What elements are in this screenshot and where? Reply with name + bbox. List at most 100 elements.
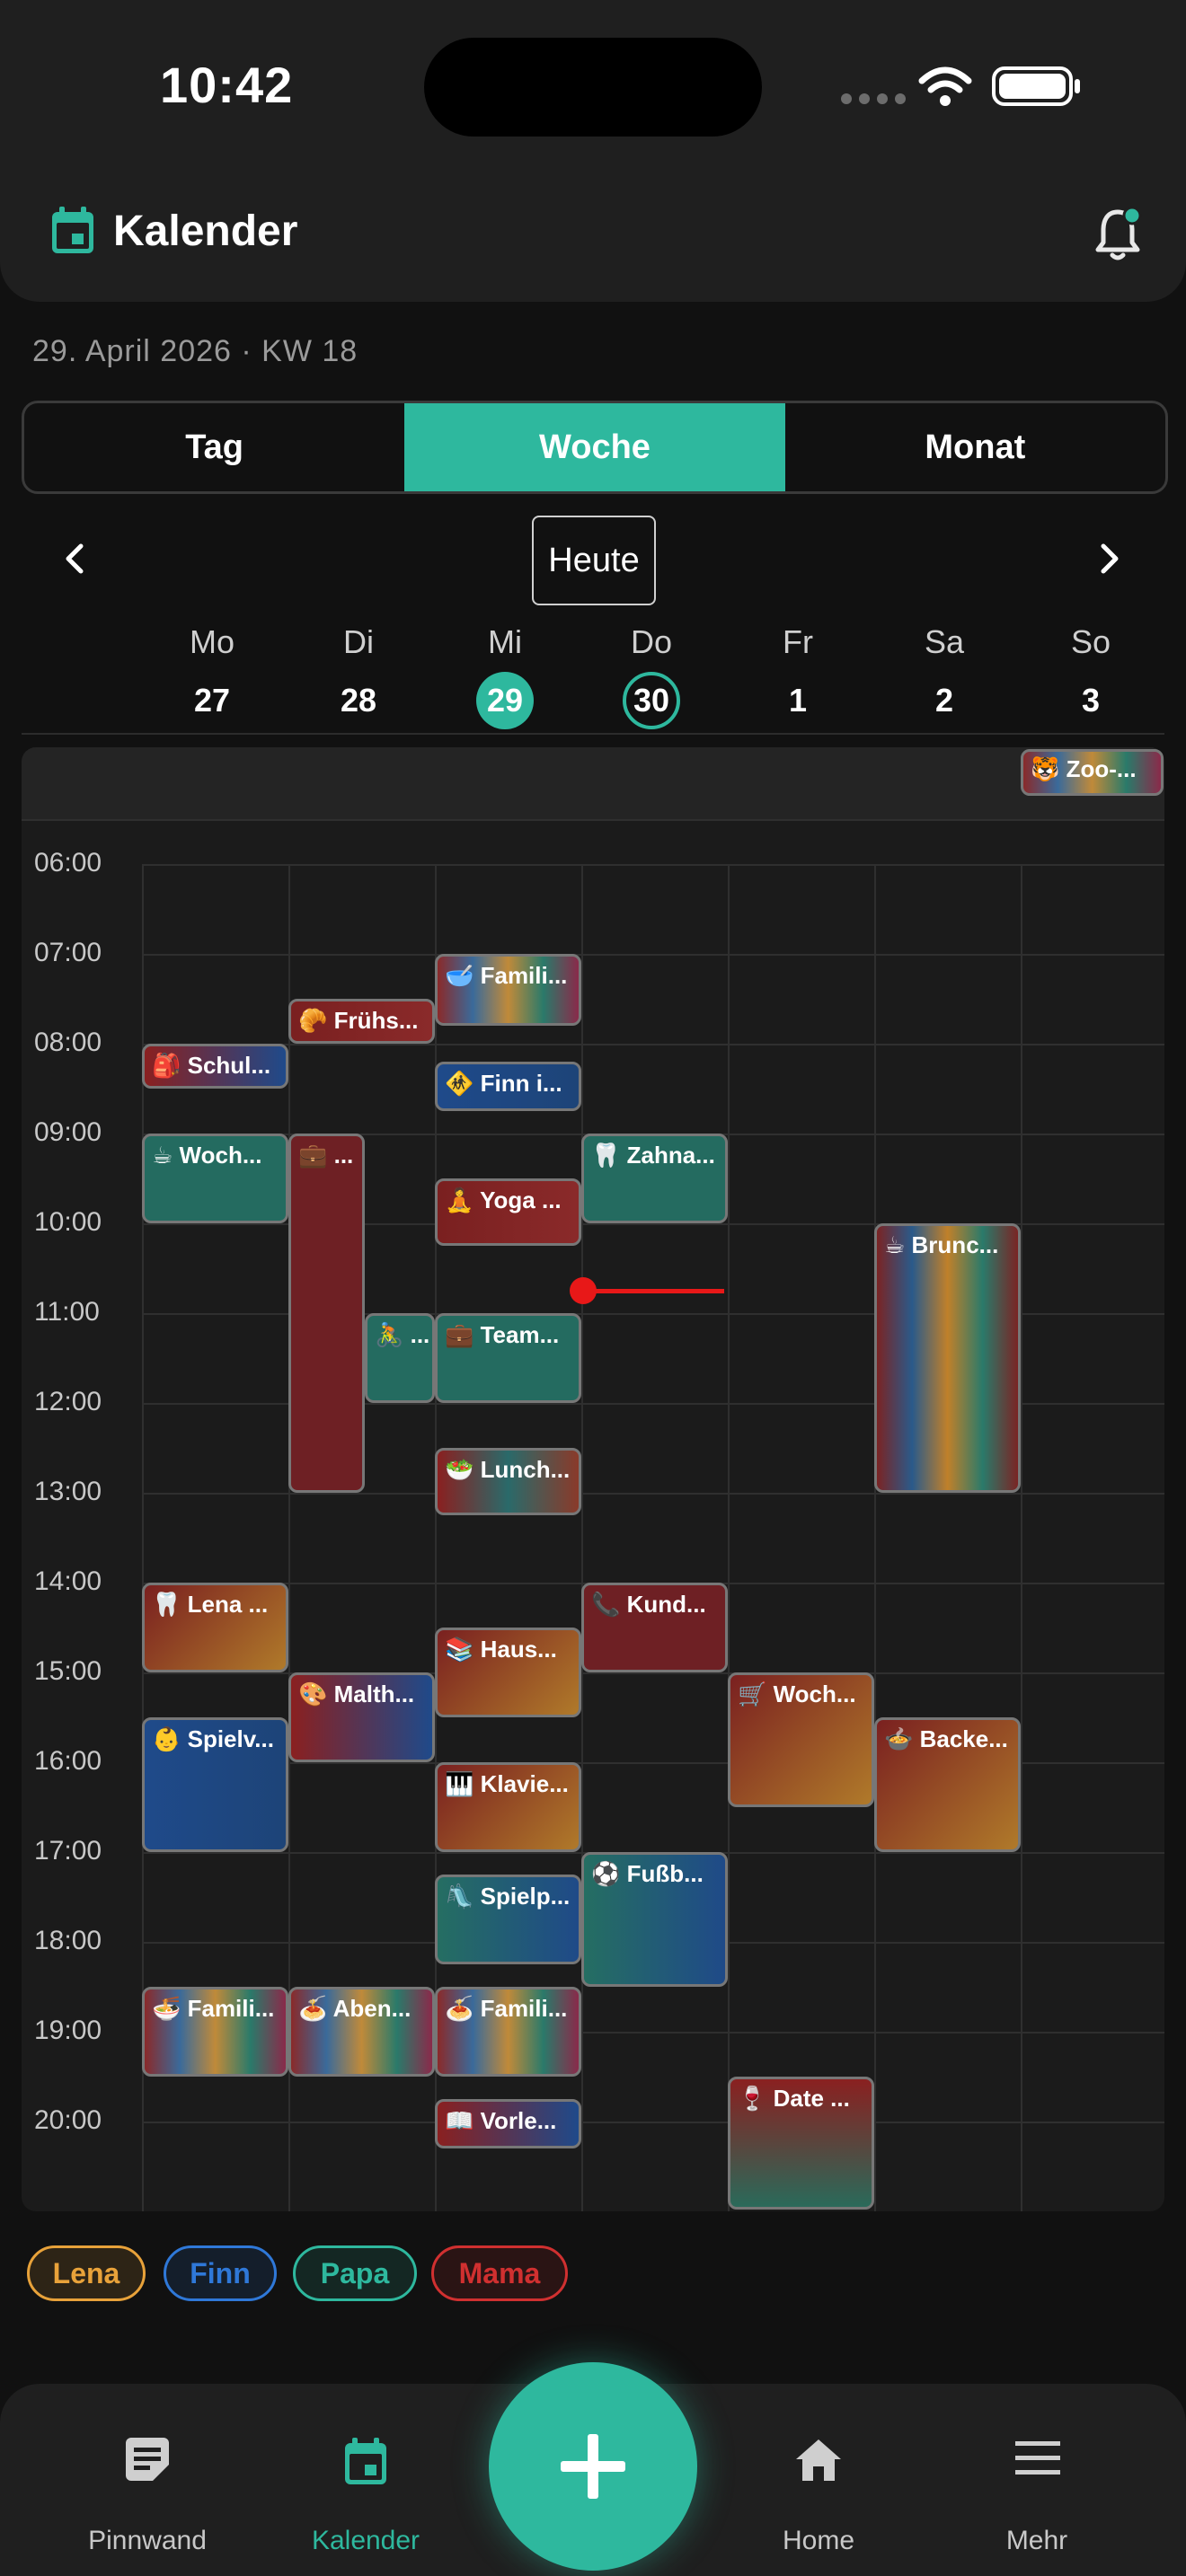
signal-dot [877,93,888,104]
event-title: 🛒 Woch... [738,1681,856,1707]
day-number[interactable]: 27 [183,672,241,729]
day-number[interactable]: 28 [330,672,387,729]
calendar-event[interactable]: ☕ Brunc... [874,1223,1021,1493]
event-title: 🎒 Schul... [152,1052,271,1079]
event-title: 🚴 ... [375,1321,430,1348]
note-board-icon[interactable] [124,2436,171,2486]
event-title: 🥗 Lunch... [445,1456,571,1483]
add-event-button[interactable] [489,2362,697,2571]
hour-label: 10:00 [34,1207,102,1237]
day-column-line [1021,864,1022,2211]
calendar-event[interactable]: 📖 Vorle... [435,2099,581,2148]
hour-label: 06:00 [34,848,102,878]
calendar-event[interactable]: 🥣 Famili... [435,954,581,1026]
nav-pinnwand[interactable]: Pinnwand [58,2526,237,2556]
hour-label: 19:00 [34,2016,102,2045]
event-title: 📚 Haus... [445,1636,557,1663]
calendar-event[interactable]: 🍝 Famili... [435,1987,581,2077]
nav-home[interactable]: Home [729,2526,908,2556]
calendar-event[interactable]: 💼 ... [288,1134,365,1493]
calendar-event[interactable]: 💼 Team... [435,1313,581,1403]
hour-label: 09:00 [34,1117,102,1147]
calendar-event[interactable]: ☕ Woch... [142,1134,288,1223]
calendar-event[interactable]: 🍲 Backe... [874,1717,1021,1852]
event-title: ⚽ Fußb... [591,1860,704,1887]
chevron-right-icon[interactable] [1093,541,1125,577]
calendar-event[interactable]: 🎒 Schul... [142,1044,288,1089]
hour-label: 13:00 [34,1477,102,1506]
calendar-event[interactable]: 🥐 Frühs... [288,999,435,1044]
day-name: Di [343,623,374,660]
today-button[interactable]: Heute [532,516,656,605]
event-title: ☕ Woch... [152,1142,262,1169]
calendar-event[interactable]: 🍝 Aben... [288,1987,435,2077]
event-title: 🍝 Aben... [298,1995,412,2022]
notification-bell-icon[interactable] [1093,205,1143,262]
nav-mehr[interactable]: Mehr [947,2526,1127,2556]
tab-tag[interactable]: Tag [24,403,404,491]
calendar-event[interactable]: 🎹 Klavie... [435,1762,581,1852]
member-chip-papa[interactable]: Papa [293,2245,417,2301]
calendar-event[interactable]: 🎨 Malth... [288,1672,435,1762]
day-column-line [581,864,583,2211]
day-number[interactable]: 29 [476,672,534,729]
event-title: 🍷 Date ... [738,2085,850,2112]
calendar-event[interactable]: 🚸 Finn i... [435,1062,581,1111]
day-name: Mo [189,623,235,660]
calendar-event[interactable]: 📞 Kund... [581,1583,728,1672]
tab-woche[interactable]: Woche [404,403,785,491]
signal-dot [841,93,852,104]
day-number[interactable]: 30 [623,672,680,729]
hour-line [142,864,1164,866]
plus-icon [561,2434,625,2499]
calendar-event[interactable]: 🍷 Date ... [728,2077,874,2210]
event-title: 🎨 Malth... [298,1681,415,1707]
home-icon[interactable] [792,2436,845,2484]
member-chip-lena[interactable]: Lena [27,2245,146,2301]
event-title: 🦷 Lena ... [152,1591,269,1618]
calendar-event[interactable]: ⚽ Fußb... [581,1852,728,1987]
calendar-event[interactable]: 🚴 ... [365,1313,435,1403]
calendar-event[interactable]: 👶 Spielv... [142,1717,288,1852]
menu-icon[interactable] [1013,2436,1062,2479]
member-chip-mama[interactable]: Mama [431,2245,568,2301]
tab-monat[interactable]: Monat [785,403,1165,491]
hour-label: 08:00 [34,1028,102,1057]
calendar-event[interactable]: 📚 Haus... [435,1628,581,1717]
day-number[interactable]: 3 [1062,672,1120,729]
event-title: 📖 Vorle... [445,2107,557,2134]
calendar-event[interactable]: 🦷 Zahna... [581,1134,728,1223]
chevron-left-icon[interactable] [59,541,92,577]
calendar-event[interactable]: 🛝 Spielp... [435,1875,581,1964]
all-day-row [22,747,1164,821]
day-name: Do [630,623,673,660]
event-title: 🦷 Zahna... [591,1142,715,1169]
event-title: 🐯 Zoo-... [1031,755,1137,782]
event-title: 💼 Team... [445,1321,560,1348]
dynamic-island [424,38,762,137]
nav-kalender[interactable]: Kalender [276,2526,456,2556]
day-column-line [874,864,876,2211]
event-title: 📞 Kund... [591,1591,706,1618]
calendar-nav-icon[interactable] [341,2436,390,2488]
hour-label: 18:00 [34,1926,102,1955]
calendar-event[interactable]: 🍜 Famili... [142,1987,288,2077]
calendar-event[interactable]: 🥗 Lunch... [435,1448,581,1515]
day-name: Fr [783,623,813,660]
hour-line [142,1493,1164,1495]
member-chip-finn[interactable]: Finn [164,2245,277,2301]
day-number[interactable]: 1 [769,672,827,729]
event-title: 🥐 Frühs... [298,1007,419,1034]
calendar-event[interactable]: 🦷 Lena ... [142,1583,288,1672]
event-title: 🍝 Famili... [445,1995,568,2022]
day-number[interactable]: 2 [916,672,973,729]
battery-icon [992,66,1080,106]
date-subtitle: 29. April 2026 · KW 18 [32,334,358,368]
signal-dot [859,93,870,104]
calendar-event[interactable]: 🛒 Woch... [728,1672,874,1807]
event-title: 🧘 Yoga ... [445,1187,562,1213]
all-day-event[interactable]: 🐯 Zoo-... [1021,749,1164,796]
page-title: Kalender [113,207,298,255]
calendar-event[interactable]: 🧘 Yoga ... [435,1178,581,1246]
day-column-line [728,864,730,2211]
